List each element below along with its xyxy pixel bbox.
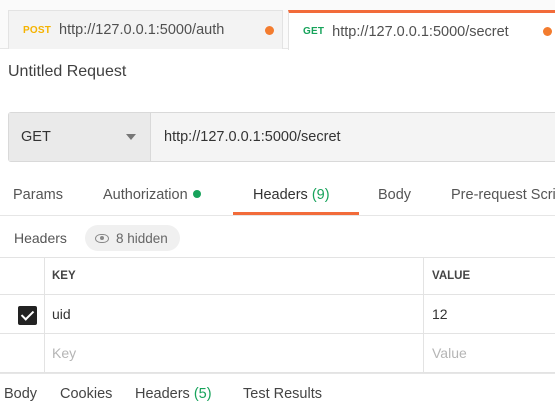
tab-label: Authorization: [103, 187, 188, 203]
headers-label: Headers: [14, 230, 67, 246]
table-row-new: Key Value: [0, 334, 555, 373]
response-tab-headers[interactable]: Headers (5): [135, 386, 212, 402]
method-label: POST: [23, 24, 52, 36]
header-value-input[interactable]: 12: [432, 295, 448, 333]
unsaved-dot-icon: [543, 27, 552, 36]
headers-table: KEY VALUE uid 12 Key Value: [0, 257, 555, 373]
tab-prerequest-script[interactable]: Pre-request Script: [451, 187, 555, 203]
request-tabs: Params Authorization Headers (9) Body Pr…: [0, 176, 555, 216]
value-column-header: VALUE: [432, 270, 471, 282]
table-row: uid 12: [0, 295, 555, 334]
eye-icon: [95, 233, 109, 243]
url-input[interactable]: http://127.0.0.1:5000/secret: [151, 113, 555, 161]
active-tab-indicator: [233, 212, 359, 215]
request-title[interactable]: Untitled Request: [8, 63, 126, 81]
tab-get-secret[interactable]: GET http://127.0.0.1:5000/secret: [288, 10, 555, 50]
key-column-header: KEY: [52, 270, 76, 282]
status-dot-icon: [192, 190, 201, 198]
headers-count: (9): [311, 187, 330, 203]
chevron-down-icon: [126, 134, 136, 140]
url-bar: GET http://127.0.0.1:5000/secret: [8, 112, 555, 162]
tab-url: http://127.0.0.1:5000/auth: [59, 22, 225, 38]
response-tab-cookies[interactable]: Cookies: [60, 386, 112, 402]
response-tabs: Body Cookies Headers (5) Test Results: [0, 373, 555, 405]
tab-params[interactable]: Params: [13, 187, 63, 203]
new-value-input[interactable]: Value: [432, 334, 467, 372]
response-headers-count: (5): [193, 386, 212, 402]
hidden-headers-toggle[interactable]: 8 hidden: [85, 225, 180, 251]
tab-label: Headers: [253, 187, 308, 203]
tab-authorization[interactable]: Authorization: [103, 187, 201, 203]
response-tab-test-results[interactable]: Test Results: [243, 386, 322, 402]
tab-post-auth[interactable]: POST http://127.0.0.1:5000/auth: [8, 10, 283, 49]
method-dropdown[interactable]: GET: [9, 113, 151, 161]
tab-headers[interactable]: Headers (9): [253, 187, 330, 203]
unsaved-dot-icon: [265, 26, 274, 35]
new-key-input[interactable]: Key: [52, 334, 76, 372]
response-tab-body[interactable]: Body: [4, 386, 37, 402]
hidden-count: 8 hidden: [116, 230, 168, 246]
method-value: GET: [21, 129, 51, 145]
tab-label: Headers: [135, 386, 190, 402]
header-key-input[interactable]: uid: [52, 295, 71, 333]
tab-body[interactable]: Body: [378, 187, 411, 203]
tab-bar: POST http://127.0.0.1:5000/auth GET http…: [0, 0, 555, 50]
row-enabled-checkbox[interactable]: [18, 306, 37, 325]
method-label: GET: [303, 26, 325, 37]
tab-url: http://127.0.0.1:5000/secret: [332, 23, 509, 40]
table-header-row: KEY VALUE: [0, 257, 555, 295]
